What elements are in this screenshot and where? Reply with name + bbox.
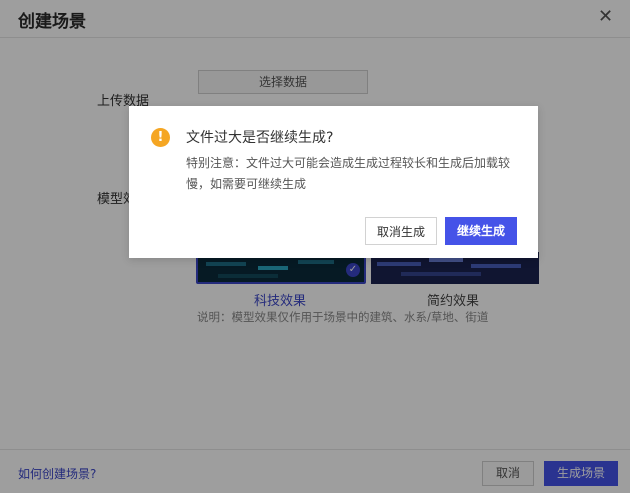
modal-body: 特别注意：文件过大可能会造成生成过程较长和生成后加载较慢，如需要可继续生成 <box>186 156 511 191</box>
cancel-generate-button[interactable]: 取消生成 <box>365 217 437 245</box>
modal-title: 文件过大是否继续生成? <box>186 130 334 146</box>
confirm-modal: ! 文件过大是否继续生成? 特别注意：文件过大可能会造成生成过程较长和生成后加载… <box>129 106 538 258</box>
warning-icon: ! <box>151 128 170 147</box>
continue-generate-button[interactable]: 继续生成 <box>445 217 517 245</box>
